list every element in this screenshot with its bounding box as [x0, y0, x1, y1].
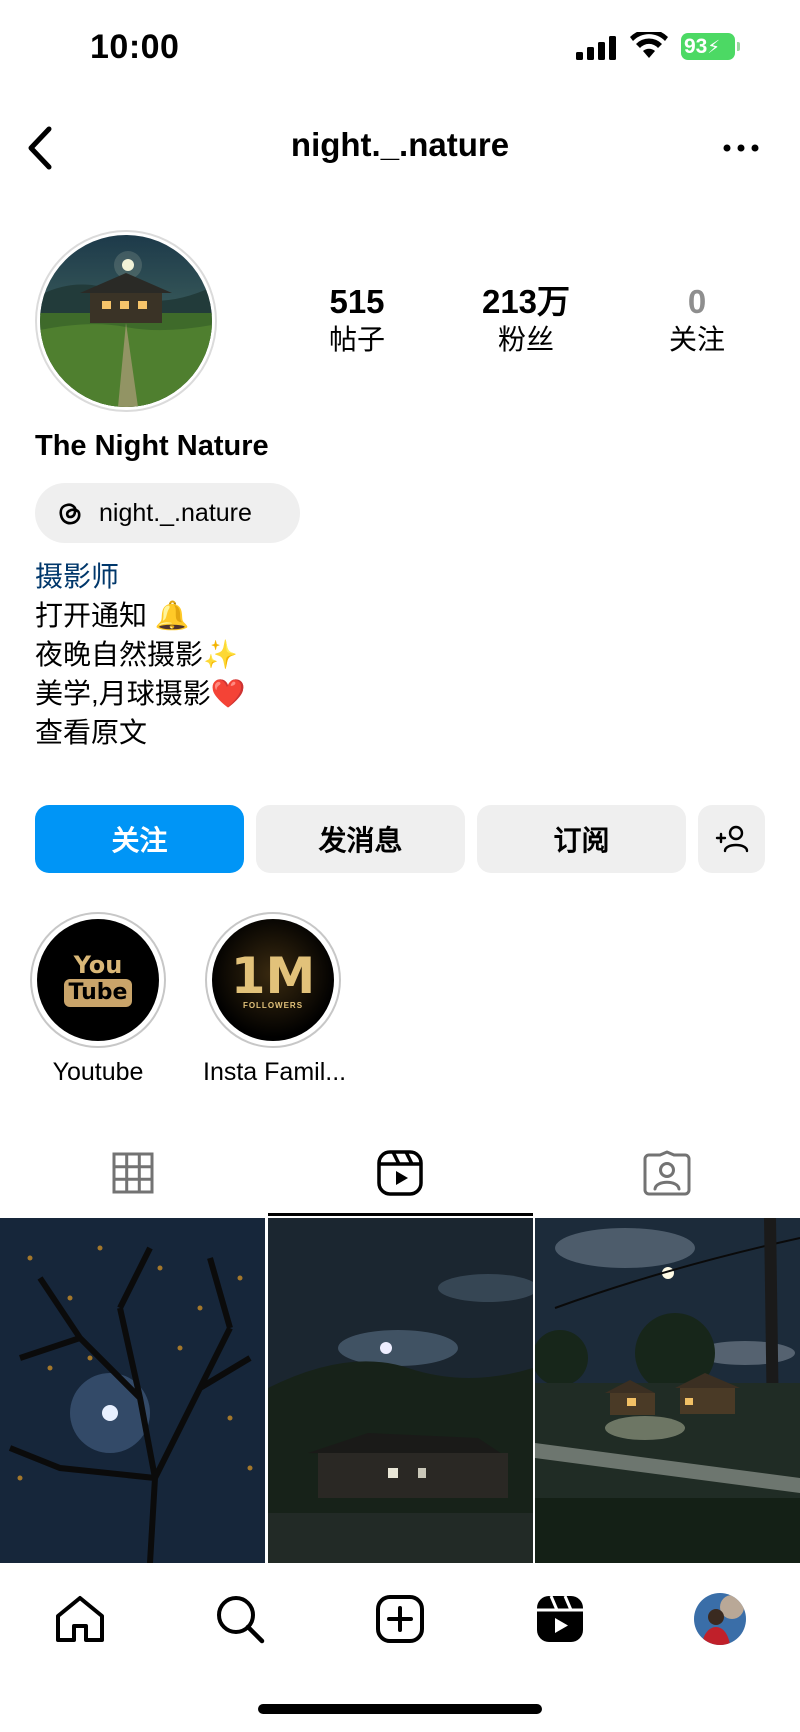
bottom-navigation — [0, 1563, 800, 1673]
grid-post[interactable] — [268, 1218, 533, 1563]
profile-header: night._.nature — [0, 110, 800, 186]
stat-number: 213万 — [481, 283, 571, 320]
grid-post[interactable] — [535, 1218, 800, 1563]
badge-sub-text: FOLLOWERS — [242, 1000, 304, 1010]
profile-avatar — [40, 235, 212, 407]
stat-label: 关注 — [668, 324, 725, 355]
highlight-ring: 1M FOLLOWERS — [205, 912, 341, 1048]
profile-category[interactable]: 摄影师 — [35, 557, 246, 596]
posts-count[interactable]: 515 帖子 — [287, 282, 427, 358]
avatar-image — [40, 235, 212, 407]
highlight-insta-family[interactable]: 1M FOLLOWERS Insta Famil... — [203, 912, 347, 1087]
highlight-youtube[interactable]: You Tube Youtube — [28, 912, 168, 1087]
youtube-logo: You Tube — [37, 919, 159, 1041]
grid-icon — [112, 1152, 154, 1194]
add-user-icon — [715, 825, 748, 853]
nav-search[interactable] — [210, 1589, 270, 1649]
followers-count[interactable]: 213万 粉丝 — [456, 282, 596, 358]
battery-level: 93 — [684, 35, 708, 58]
more-horizontal-icon — [723, 144, 759, 152]
threads-badge[interactable]: night._.nature — [35, 483, 300, 543]
tab-reels[interactable] — [267, 1130, 533, 1216]
post-thumbnail — [268, 1218, 533, 1563]
stat-label: 帖子 — [328, 324, 385, 355]
tagged-icon — [643, 1150, 691, 1196]
tab-tagged[interactable] — [534, 1130, 800, 1216]
threads-handle: night._.nature — [99, 498, 252, 527]
highlight-ring: You Tube — [30, 912, 166, 1048]
wifi-icon — [630, 32, 668, 58]
badge-main-text: 1M — [230, 946, 316, 1005]
bio: 摄影师 打开通知 🔔 夜晚自然摄影✨ 美学,月球摄影❤️ 查看原文 — [35, 557, 246, 752]
content-tabs — [0, 1130, 800, 1216]
post-thumbnail — [535, 1218, 800, 1563]
search-icon — [217, 1596, 265, 1644]
see-translation-link[interactable]: 查看原文 — [35, 713, 246, 752]
nav-profile[interactable] — [690, 1589, 750, 1649]
following-count[interactable]: 0 关注 — [627, 282, 767, 358]
reels-icon — [537, 1595, 583, 1642]
more-options-button[interactable] — [716, 128, 766, 168]
1m-followers-badge: 1M FOLLOWERS — [212, 919, 334, 1041]
youtube-logo-text: Tube — [63, 979, 133, 1007]
message-button[interactable]: 发消息 — [256, 805, 465, 873]
status-time: 10:00 — [90, 28, 180, 66]
battery-indicator: 93⚡ — [681, 33, 735, 60]
profile-avatar-small — [694, 1593, 746, 1645]
bio-line: 美学,月球摄影❤️ — [35, 678, 246, 709]
battery-cap — [737, 42, 740, 51]
post-grid — [0, 1218, 800, 1563]
bio-line: 夜晚自然摄影✨ — [35, 639, 238, 670]
display-name: The Night Nature — [35, 430, 269, 462]
tab-posts[interactable] — [0, 1130, 266, 1216]
highlight-label: Insta Famil... — [203, 1058, 347, 1086]
status-bar: 10:00 93⚡ — [0, 0, 800, 95]
stat-number: 0 — [687, 283, 707, 320]
nav-reels[interactable] — [530, 1589, 590, 1649]
bio-line: 打开通知 🔔 — [35, 600, 190, 631]
home-icon — [56, 1596, 104, 1642]
grid-post[interactable] — [0, 1218, 265, 1563]
subscribe-button[interactable]: 订阅 — [477, 805, 686, 873]
follow-button[interactable]: 关注 — [35, 805, 244, 873]
post-thumbnail — [0, 1218, 265, 1563]
active-tab-indicator — [268, 1213, 533, 1216]
page-title: night._.nature — [290, 126, 510, 163]
create-icon — [376, 1595, 424, 1643]
stat-label: 粉丝 — [497, 324, 554, 355]
reels-icon — [377, 1150, 423, 1196]
stat-number: 515 — [329, 283, 385, 320]
home-indicator — [258, 1704, 542, 1714]
nav-create[interactable] — [370, 1589, 430, 1649]
profile-avatar-ring[interactable] — [35, 230, 217, 412]
suggested-users-button[interactable] — [698, 805, 765, 873]
youtube-logo-text: You — [73, 951, 123, 979]
cellular-signal-icon — [576, 36, 616, 60]
threads-icon — [59, 503, 81, 525]
nav-home[interactable] — [50, 1589, 110, 1649]
highlight-label: Youtube — [52, 1058, 144, 1086]
